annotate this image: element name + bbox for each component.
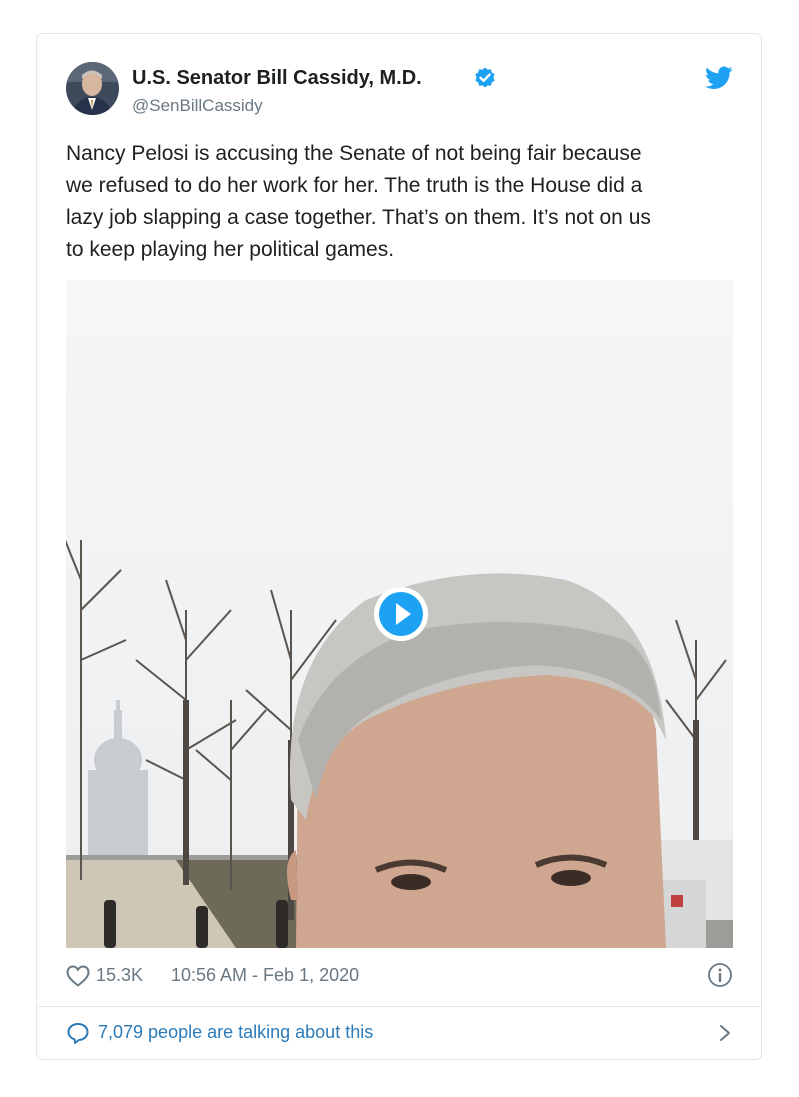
- divider: [37, 1006, 761, 1007]
- chevron-right-icon[interactable]: [717, 1022, 733, 1044]
- twitter-bird-icon[interactable]: [705, 66, 733, 90]
- tweet-timestamp[interactable]: 10:56 AM - Feb 1, 2020: [171, 965, 359, 986]
- like-count[interactable]: 15.3K: [96, 965, 143, 986]
- author-handle[interactable]: @SenBillCassidy: [132, 96, 263, 116]
- info-icon[interactable]: [707, 962, 733, 988]
- talking-count-label: 7,079 people are talking about this: [98, 1022, 374, 1042]
- conversation-link[interactable]: 7,079 people are talking about this: [66, 1018, 733, 1050]
- author-name[interactable]: U.S. Senator Bill Cassidy, M.D.: [132, 67, 422, 90]
- tweet-meta: 15.3K 10:56 AM - Feb 1, 2020: [66, 962, 733, 992]
- play-icon[interactable]: [373, 586, 429, 642]
- tweet-text: Nancy Pelosi is accusing the Senate of n…: [66, 142, 651, 261]
- speech-bubble-icon: [67, 1023, 89, 1044]
- video-thumbnail[interactable]: [66, 280, 733, 948]
- heart-icon[interactable]: [66, 965, 90, 987]
- tweet-card: U.S. Senator Bill Cassidy, M.D. @SenBill…: [36, 33, 762, 1060]
- avatar[interactable]: [66, 62, 119, 115]
- verified-badge-icon: [475, 67, 495, 88]
